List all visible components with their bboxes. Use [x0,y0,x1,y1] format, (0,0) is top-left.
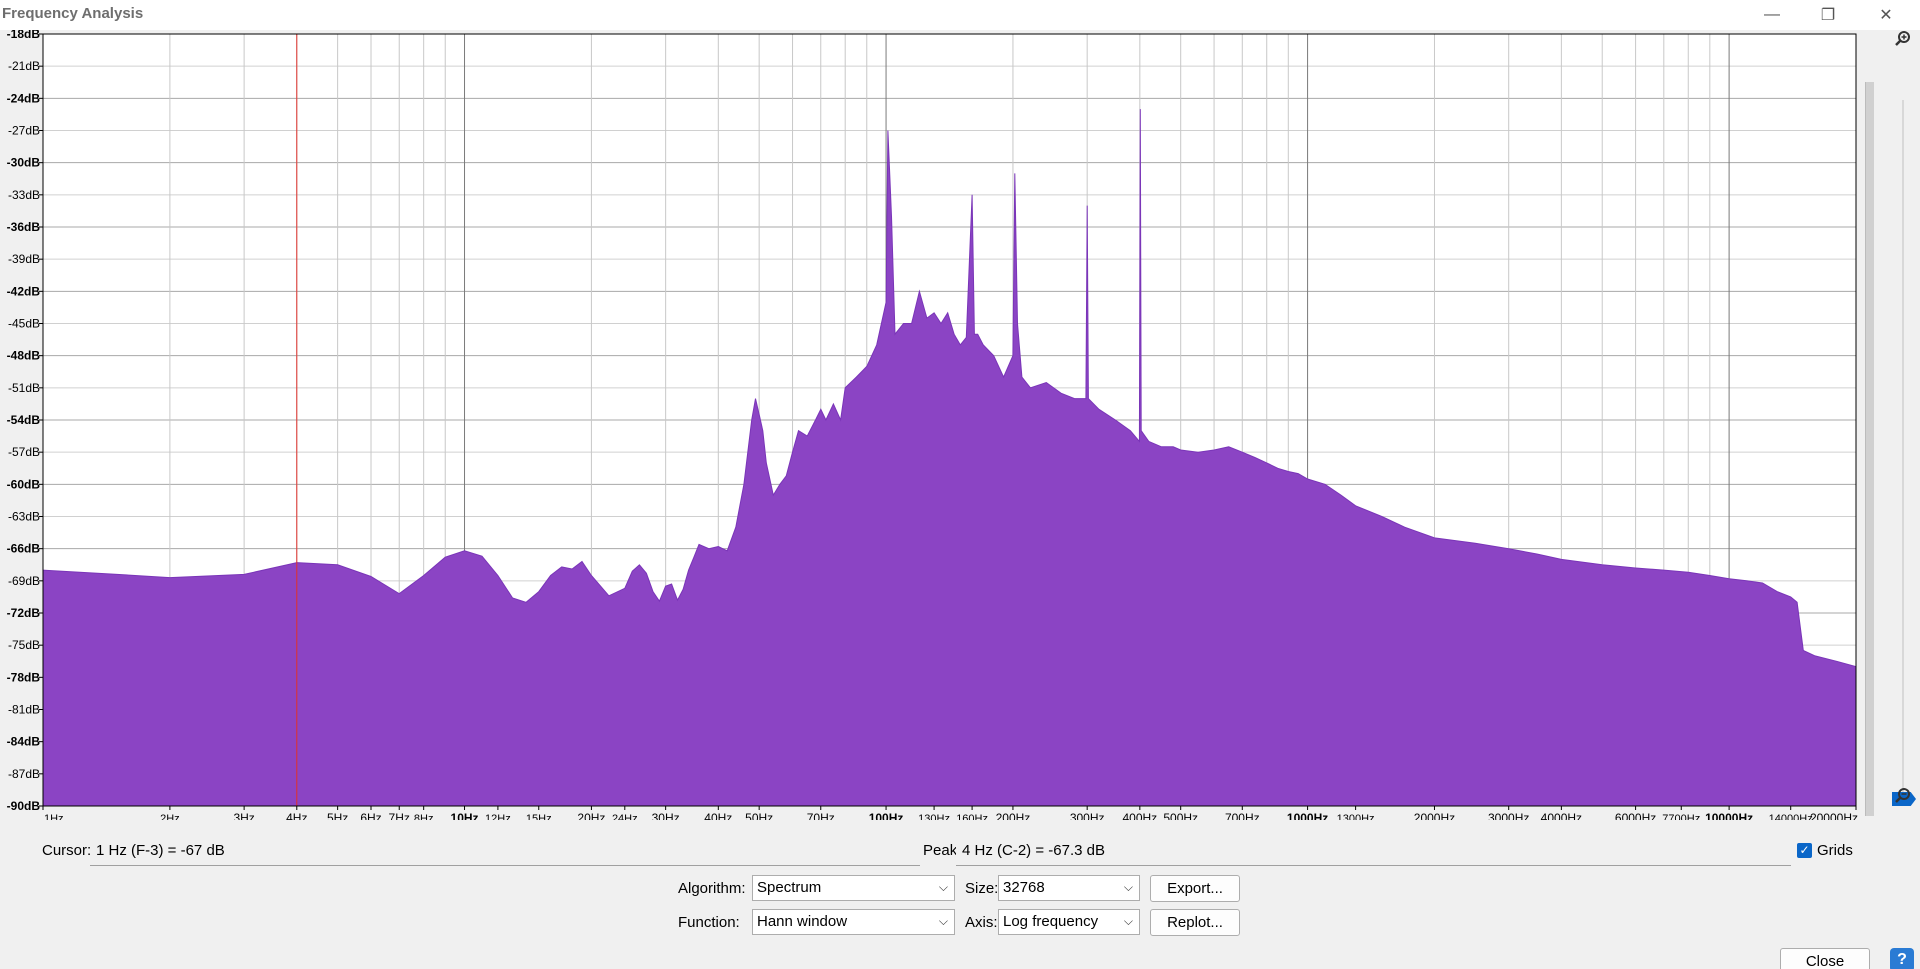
y-tick-label: -90dB [7,799,41,813]
grids-label: Grids [1817,842,1853,859]
y-tick-label: -69dB [8,574,40,588]
frequency-analysis-window: Frequency Analysis — ❐ ✕ -18dB -21dB -24dB… [0,0,1920,969]
algorithm-select[interactable]: Spectrum ⌵ [752,875,955,901]
x-tick-label: 700Hz [1225,811,1260,820]
y-tick-label: -30dB [7,156,41,170]
function-select[interactable]: Hann window ⌵ [752,909,955,935]
y-tick-label: -63dB [8,510,40,524]
x-tick-label: 6000Hz [1615,811,1656,820]
y-tick-label: -66dB [7,542,41,556]
function-label: Function: [678,914,740,931]
y-tick-label: -57dB [8,445,40,459]
x-tick-label: 30Hz [652,811,680,820]
x-tick-label: 20000Hz [1810,811,1858,820]
x-tick-label: 20Hz [577,811,605,820]
help-button[interactable]: ? [1890,948,1914,969]
y-tick-label: -24dB [7,91,41,105]
y-tick-label: -21dB [8,59,40,73]
x-tick-label: 4000Hz [1541,811,1582,820]
y-tick-label: -36dB [7,220,41,234]
x-tick-label: 6Hz [360,811,381,820]
x-tick-label: 8Hz [414,813,434,820]
minimize-button[interactable]: — [1752,2,1792,28]
y-tick-label: -51dB [8,381,40,395]
window-title: Frequency Analysis [2,5,144,22]
x-tick-label: 14000Hz [1769,813,1813,820]
x-tick-label: 5Hz [327,811,348,820]
x-tick-label: 2000Hz [1414,811,1455,820]
x-tick-label: 400Hz [1122,811,1157,820]
x-tick-label: 12Hz [485,813,511,820]
x-tick-label: 200Hz [996,811,1031,820]
export-button[interactable]: Export... [1150,875,1240,902]
plot-area: -18dB -21dB -24dB -27dB -30dB -33dB -36dB -39dB… [0,30,1920,820]
x-tick-label: 24Hz [612,813,638,820]
function-value: Hann window [757,913,848,930]
y-tick-label: -78dB [7,670,41,684]
size-label: Size: [965,880,999,897]
y-tick-label: -48dB [7,349,41,363]
algorithm-label: Algorithm: [678,880,746,897]
vertical-scrollbar-thumb[interactable] [1866,82,1874,816]
x-tick-label: 100Hz [869,811,904,820]
x-tick-label: 1Hz [44,813,64,820]
x-tick-label: 10000Hz [1705,811,1753,820]
close-window-button[interactable]: ✕ [1866,2,1906,28]
x-tick-label: 15Hz [526,813,552,820]
spectrum-chart[interactable]: -18dB -21dB -24dB -27dB -30dB -33dB -36dB -39dB… [0,30,1860,820]
x-tick-label: 4Hz [286,811,307,820]
restore-button[interactable]: ❐ [1808,2,1848,28]
x-tick-label: 500Hz [1163,811,1198,820]
x-tick-label: 70Hz [807,811,835,820]
size-select[interactable]: 32768 ⌵ [998,875,1140,901]
algorithm-value: Spectrum [757,879,822,896]
x-tick-label: 300Hz [1070,811,1105,820]
grids-checkbox[interactable]: ✓ [1797,843,1812,858]
close-button[interactable]: Close [1780,948,1870,969]
zoom-out-icon[interactable] [1894,787,1912,805]
zoom-slider-track[interactable] [1902,100,1904,800]
vertical-scrollbar[interactable] [1865,82,1874,816]
peak-readout: 4 Hz (C-2) = -67.3 dB [956,838,1791,866]
y-tick-label: -72dB [7,606,41,620]
x-tick-label: 1300Hz [1337,813,1375,820]
x-tick-label: 7Hz [389,811,410,820]
y-tick-label: -87dB [8,767,40,781]
y-tick-label: -75dB [8,638,40,652]
x-tick-label: 3Hz [233,811,254,820]
x-tick-label: 1000Hz [1287,811,1328,820]
replot-button[interactable]: Replot... [1150,909,1240,936]
y-tick-label: -39dB [8,252,40,266]
chevron-down-icon: ⌵ [938,914,948,928]
x-tick-label: 10Hz [451,811,479,820]
y-tick-label: -54dB [7,413,41,427]
y-tick-label: -18dB [7,30,41,41]
y-tick-label: -33dB [8,188,40,202]
axis-label: Axis: [965,914,998,931]
y-tick-label: -45dB [8,317,40,331]
y-tick-label: -81dB [8,703,40,717]
axis-select[interactable]: Log frequency ⌵ [998,909,1140,935]
title-bar: Frequency Analysis — ❐ ✕ [0,0,1920,30]
x-tick-label: 7700Hz [1662,813,1700,820]
chevron-down-icon: ⌵ [1123,880,1133,894]
zoom-in-icon[interactable] [1894,30,1912,48]
x-tick-label: 40Hz [704,811,732,820]
x-tick-label: 2Hz [160,813,180,820]
x-tick-label: 130Hz [918,813,950,820]
x-tick-label: 160Hz [956,813,988,820]
cursor-readout: 1 Hz (F-3) = -67 dB [90,838,920,866]
x-tick-label: 3000Hz [1488,811,1529,820]
x-tick-label: 50Hz [745,811,773,820]
chevron-down-icon: ⌵ [938,880,948,894]
y-tick-label: -42dB [7,284,41,298]
y-tick-label: -84dB [7,735,41,749]
cursor-label: Cursor: [42,842,92,859]
size-value: 32768 [1003,879,1045,896]
y-tick-label: -27dB [8,124,40,138]
axis-value: Log frequency [1003,913,1099,930]
chevron-down-icon: ⌵ [1123,914,1133,928]
y-tick-label: -60dB [7,477,41,491]
